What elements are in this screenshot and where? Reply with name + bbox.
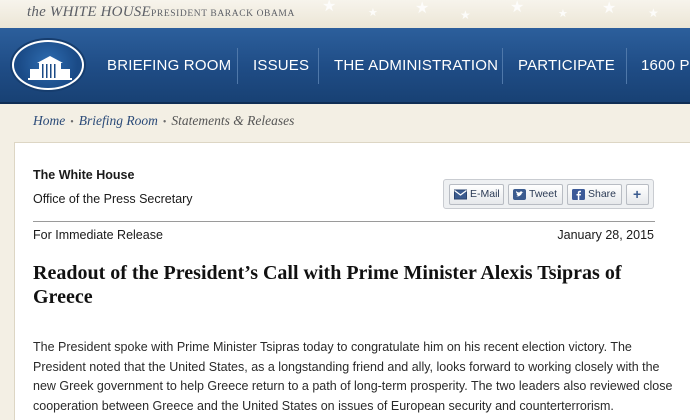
- article-office: Office of the Press Secretary: [33, 192, 193, 206]
- envelope-icon: [454, 189, 467, 200]
- plus-icon: +: [633, 186, 642, 202]
- white-house-logo-icon[interactable]: [12, 40, 84, 90]
- more-share-button[interactable]: +: [626, 184, 649, 205]
- breadcrumb-briefing-room[interactable]: Briefing Room: [79, 113, 158, 128]
- nav-divider: [626, 48, 627, 84]
- article-title: Readout of the President’s Call with Pri…: [33, 262, 622, 308]
- twitter-icon: [513, 189, 526, 200]
- email-button[interactable]: E-Mail: [449, 184, 504, 205]
- release-date: January 28, 2015: [557, 228, 654, 242]
- site-name[interactable]: the WHITE HOUSE: [27, 4, 151, 21]
- nav-1600-penn[interactable]: 1600 PE: [641, 57, 690, 74]
- top-banner: the WHITE HOUSE PRESIDENT BARACK OBAMA ★…: [0, 0, 690, 28]
- facebook-icon: [572, 189, 585, 200]
- article-body: The President spoke with Prime Minister …: [33, 340, 673, 413]
- nav-issues[interactable]: ISSUES: [253, 57, 309, 74]
- breadcrumb-separator: •: [70, 117, 74, 128]
- nav-participate[interactable]: PARTICIPATE: [518, 57, 615, 74]
- breadcrumb-current: Statements & Releases: [171, 113, 295, 128]
- email-label: E-Mail: [470, 188, 500, 200]
- nav-briefing-room[interactable]: BRIEFING ROOM: [107, 57, 231, 74]
- nav-divider: [502, 48, 503, 84]
- article-source: The White House: [33, 168, 135, 182]
- stars-decoration: ★ ★ ★ ★ ★ ★ ★ ★: [322, 0, 659, 22]
- tweet-button[interactable]: Tweet: [508, 184, 563, 205]
- release-label: For Immediate Release: [33, 228, 163, 242]
- nav-the-administration[interactable]: THE ADMINISTRATION: [334, 57, 498, 74]
- breadcrumb-separator: •: [162, 117, 167, 128]
- breadcrumb: Home • Briefing Room • Statements & Releases: [33, 113, 294, 129]
- breadcrumb-home[interactable]: Home: [33, 113, 65, 128]
- president-label: PRESIDENT BARACK OBAMA: [151, 9, 295, 19]
- share-toolbar: E-Mail Tweet Share +: [443, 179, 654, 209]
- nav-divider: [318, 48, 319, 84]
- divider: [33, 221, 655, 222]
- article-panel: The White House Office of the Press Secr…: [14, 142, 690, 420]
- facebook-share-button[interactable]: Share: [567, 184, 622, 205]
- tweet-label: Tweet: [529, 188, 558, 200]
- nav-divider: [237, 48, 238, 84]
- share-label: Share: [588, 188, 617, 200]
- main-navigation: BRIEFING ROOM ISSUES THE ADMINISTRATION …: [0, 28, 690, 104]
